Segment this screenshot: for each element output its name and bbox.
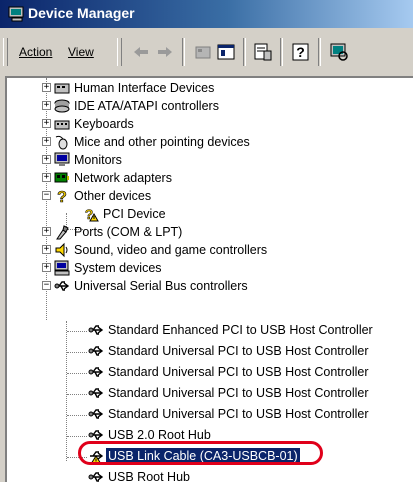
tree-item-label: Network adapters (74, 171, 172, 185)
tree-item-label: IDE ATA/ATAPI controllers (74, 99, 219, 113)
toolbar: Action View ? (0, 32, 413, 72)
expand-toggle[interactable]: + (42, 101, 51, 110)
expand-toggle[interactable]: + (42, 227, 51, 236)
expand-toggle[interactable]: + (42, 245, 51, 254)
menu-view[interactable]: View (68, 45, 94, 59)
tree-item-label: Standard Universal PCI to USB Host Contr… (108, 386, 369, 400)
tree-guide-line (67, 415, 87, 416)
usb-icon (88, 388, 104, 398)
speaker-icon (55, 242, 68, 258)
expand-toggle[interactable]: + (42, 263, 51, 272)
tree-item-label: Standard Universal PCI to USB Host Contr… (108, 365, 369, 379)
tree-item-label: Sound, video and game controllers (74, 243, 268, 257)
computer-icon (8, 6, 24, 22)
expand-toggle[interactable]: + (42, 173, 51, 182)
tree-item-label: Ports (COM & LPT) (74, 225, 183, 239)
usb-icon (54, 281, 70, 291)
tree-item-ide-ata-atapi-controllers[interactable]: + IDE ATA/ATAPI controllers (7, 96, 407, 116)
usb-icon (88, 409, 104, 419)
unknown-device-warning-icon: ? (84, 206, 99, 222)
tree-guide-line (67, 436, 87, 437)
tree-item-label: Keyboards (74, 117, 134, 131)
tree-item-human-interface-devices[interactable]: + Human Interface Devices (7, 78, 407, 98)
menu-view-label: View (68, 45, 94, 59)
expand-toggle[interactable]: + (42, 155, 51, 164)
tree-item-label: PCI Device (103, 207, 166, 221)
tree-item-usb-enhanced-host-controller[interactable]: Standard Enhanced PCI to USB Host Contro… (7, 320, 407, 340)
svg-text:?: ? (296, 44, 305, 60)
tree-item-mice[interactable]: + Mice and other pointing devices (7, 132, 407, 152)
window-title: Device Manager (28, 5, 135, 21)
tree-item-label: Standard Universal PCI to USB Host Contr… (108, 344, 369, 358)
up-level-icon[interactable] (192, 41, 214, 63)
tree-item-label: Standard Universal PCI to USB Host Contr… (108, 407, 369, 421)
menu-action-label: Action (19, 45, 53, 59)
collapse-toggle[interactable]: − (42, 281, 51, 290)
toolbar-separator (182, 38, 185, 66)
tree-item-usb-universal-host-controller[interactable]: Standard Universal PCI to USB Host Contr… (7, 404, 407, 424)
toolbar-separator (280, 38, 283, 66)
tree-item-network-adapters[interactable]: + Network adapters (7, 168, 407, 188)
tree-item-system-devices[interactable]: + System devices (7, 258, 407, 278)
title-bar[interactable]: Device Manager (0, 0, 413, 28)
toolbar-separator (318, 38, 321, 66)
usb-icon (88, 325, 104, 335)
question-mark-icon: ? (57, 189, 67, 204)
expand-toggle[interactable]: + (42, 137, 51, 146)
tree-item-label: Universal Serial Bus controllers (74, 279, 248, 293)
svg-text:?: ? (57, 189, 67, 204)
tree-item-usb-universal-host-controller[interactable]: Standard Universal PCI to USB Host Contr… (7, 341, 407, 361)
expand-toggle[interactable]: + (42, 119, 51, 128)
tree-item-usb-root-hub[interactable]: USB Root Hub (7, 467, 407, 482)
tree-item-label: Human Interface Devices (74, 81, 215, 95)
menu-action[interactable]: Action (19, 45, 52, 59)
hid-icon (54, 83, 70, 94)
scan-hardware-icon[interactable] (328, 41, 350, 63)
tree-item-monitors[interactable]: + Monitors (7, 150, 407, 170)
tree-item-other-devices[interactable]: − ? Other devices (7, 186, 407, 206)
properties-icon[interactable] (252, 41, 274, 63)
toolbar-separator (243, 38, 246, 66)
back-arrow-icon[interactable] (130, 41, 152, 63)
show-hide-tree-icon[interactable] (215, 41, 237, 63)
forward-arrow-icon[interactable] (154, 41, 176, 63)
network-adapter-icon (54, 172, 69, 183)
tree-item-pci-device[interactable]: ? PCI Device (7, 204, 407, 224)
system-devices-icon (54, 260, 70, 276)
usb-icon (88, 346, 104, 356)
tree-item-usb-controllers[interactable]: − Universal Serial Bus controllers (7, 276, 407, 296)
tree-item-usb-universal-host-controller[interactable]: Standard Universal PCI to USB Host Contr… (7, 362, 407, 382)
tree-item-keyboards[interactable]: + Keyboards (7, 114, 407, 134)
tree-item-label: Other devices (74, 189, 152, 203)
usb-icon (88, 472, 104, 482)
tree-item-label: USB Root Hub (108, 470, 190, 482)
device-tree[interactable]: + Human Interface Devices + IDE ATA/ATAP… (5, 76, 413, 482)
usb-icon (88, 367, 104, 377)
tree-guide-line (67, 352, 87, 353)
device-manager-window: Device Manager Action View ? + Human Int… (0, 0, 413, 482)
highlight-annotation-ring (78, 441, 323, 465)
tree-item-ports[interactable]: + Ports (COM & LPT) (7, 222, 407, 242)
expand-toggle[interactable]: + (42, 83, 51, 92)
tree-item-label: Standard Enhanced PCI to USB Host Contro… (108, 323, 373, 337)
tree-guide-line (67, 394, 87, 395)
toolbar-grip[interactable] (117, 38, 122, 66)
collapse-toggle[interactable]: − (42, 191, 51, 200)
tree-item-label: System devices (74, 261, 162, 275)
ide-controller-icon (54, 99, 70, 113)
tree-item-sound-video-game[interactable]: + Sound, video and game controllers (7, 240, 407, 260)
tree-item-label: Mice and other pointing devices (74, 135, 250, 149)
tree-guide-line (67, 373, 87, 374)
tree-item-label: Monitors (74, 153, 122, 167)
tree-item-usb-universal-host-controller[interactable]: Standard Universal PCI to USB Host Contr… (7, 383, 407, 403)
keyboard-icon (54, 120, 70, 130)
toolbar-grip[interactable] (3, 38, 8, 66)
tree-guide-line (67, 331, 87, 332)
mouse-icon (55, 135, 68, 150)
monitor-icon (54, 152, 70, 166)
help-icon[interactable]: ? (290, 41, 312, 63)
port-connector-icon (56, 225, 69, 240)
